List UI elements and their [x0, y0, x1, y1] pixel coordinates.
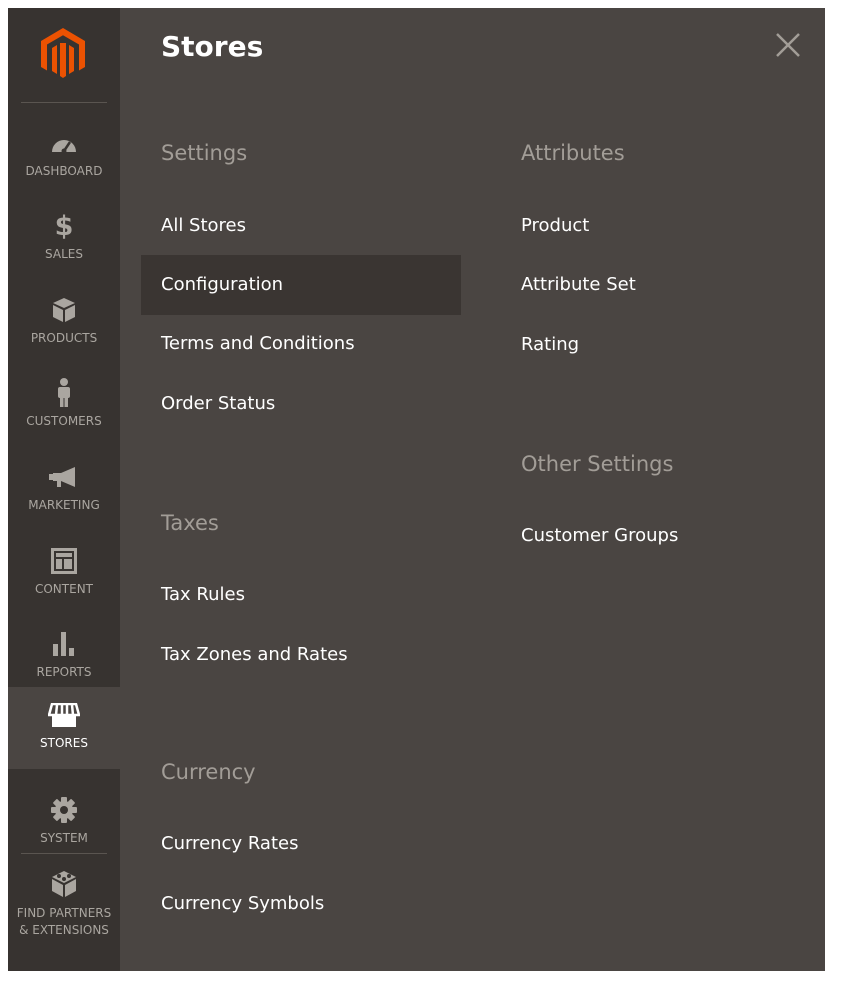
link-currency-symbols[interactable]: Currency Symbols — [141, 874, 461, 934]
sidebar-divider — [21, 102, 107, 103]
admin-sidebar: DASHBOARD $ SALES PRODUCTS CUSTOMERS MAR… — [8, 8, 120, 971]
megaphone-icon — [49, 467, 75, 487]
magento-logo[interactable] — [8, 8, 120, 103]
gear-icon — [51, 797, 77, 823]
nav-label: REPORTS — [36, 665, 92, 679]
nav-products[interactable]: PRODUCTS — [8, 285, 120, 367]
nav-label: DASHBOARD — [25, 164, 103, 178]
nav-label: CUSTOMERS — [26, 414, 102, 428]
layout-icon — [51, 548, 77, 574]
link-customer-groups[interactable]: Customer Groups — [501, 506, 801, 566]
nav-label: SYSTEM — [40, 831, 88, 845]
nav-customers[interactable]: CUSTOMERS — [8, 368, 120, 450]
link-all-stores[interactable]: All Stores — [141, 196, 461, 256]
bar-chart-icon — [53, 632, 74, 656]
nav-system[interactable]: SYSTEM — [8, 785, 120, 867]
group-title-currency: Currency — [161, 760, 256, 784]
nav-label: SALES — [45, 247, 83, 261]
link-rating[interactable]: Rating — [501, 315, 801, 375]
nav-label-line: FIND PARTNERS — [16, 906, 112, 920]
nav-sales[interactable]: $ SALES — [8, 201, 120, 283]
blocks-icon — [52, 871, 76, 897]
nav-label: PRODUCTS — [30, 331, 98, 345]
link-order-status[interactable]: Order Status — [141, 374, 461, 434]
sidebar-divider — [21, 853, 107, 854]
nav-content[interactable]: CONTENT — [8, 536, 120, 618]
storefront-icon — [48, 703, 80, 727]
panel-title: Stores — [161, 30, 264, 63]
stores-menu-panel: Stores Settings All Stores Configuration… — [120, 8, 825, 971]
box-icon — [53, 298, 75, 322]
nav-find-partners[interactable]: FIND PARTNERS & EXTENSIONS — [8, 863, 120, 963]
nav-marketing[interactable]: MARKETING — [8, 452, 120, 534]
group-title-attributes: Attributes — [521, 141, 625, 165]
person-icon — [58, 378, 70, 407]
nav-dashboard[interactable]: DASHBOARD — [8, 118, 120, 200]
group-title-taxes: Taxes — [161, 511, 219, 535]
link-tax-rules[interactable]: Tax Rules — [141, 565, 461, 625]
nav-label: CONTENT — [34, 582, 94, 596]
nav-stores[interactable]: STORES — [8, 687, 120, 769]
magento-logo-icon — [41, 28, 85, 78]
dollar-icon: $ — [54, 210, 74, 242]
nav-label: FIND PARTNERS & EXTENSIONS — [8, 905, 120, 939]
dashboard-icon — [52, 140, 76, 154]
group-title-other-settings: Other Settings — [521, 452, 674, 476]
close-icon[interactable] — [775, 32, 803, 60]
link-currency-rates[interactable]: Currency Rates — [141, 814, 461, 874]
nav-label: MARKETING — [28, 498, 100, 512]
link-product[interactable]: Product — [501, 196, 801, 256]
link-attribute-set[interactable]: Attribute Set — [501, 255, 801, 315]
nav-label: STORES — [40, 736, 88, 750]
group-title-settings: Settings — [161, 141, 248, 165]
link-terms-and-conditions[interactable]: Terms and Conditions — [141, 314, 461, 374]
link-configuration[interactable]: Configuration — [141, 255, 461, 315]
link-tax-zones-and-rates[interactable]: Tax Zones and Rates — [141, 625, 461, 685]
nav-label-line: & EXTENSIONS — [19, 923, 109, 937]
